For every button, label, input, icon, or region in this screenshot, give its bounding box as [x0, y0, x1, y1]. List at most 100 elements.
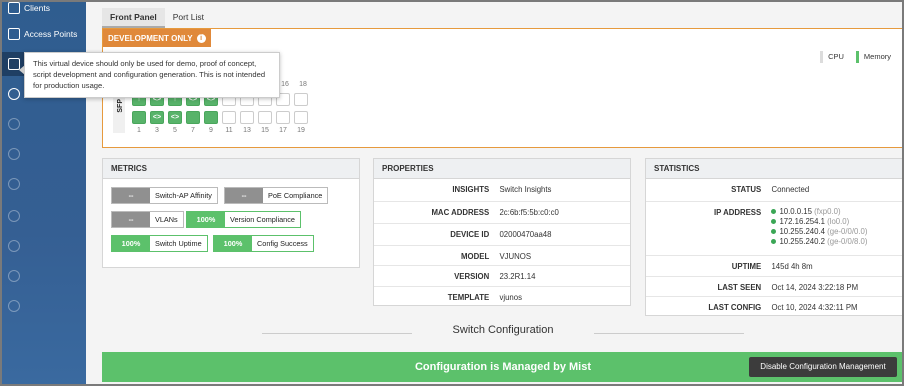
port-19[interactable] [294, 111, 308, 124]
port-11[interactable] [222, 111, 236, 124]
port-number: 1 [137, 127, 141, 134]
port-number: 3 [155, 127, 159, 134]
port-number: 5 [173, 127, 177, 134]
stat-row-ip: IP ADDRESS 10.0.0.15 (fxp0.0) 172.16.254… [646, 201, 902, 255]
metric-version-compliance[interactable]: 100% Version Compliance [186, 211, 301, 228]
port-3[interactable]: <> [150, 111, 164, 124]
property-value: 23.2R1.14 [499, 272, 536, 281]
legend: CPU Memory [820, 51, 891, 63]
info-icon[interactable]: i [196, 33, 206, 43]
sidebar-item-clients[interactable]: Clients [2, 2, 86, 20]
properties-title: PROPERTIES [374, 159, 630, 179]
property-key: INSIGHTS [452, 185, 490, 194]
switch-insights-link[interactable]: Switch Insights [499, 185, 551, 194]
status-dot-icon [771, 219, 777, 224]
status-dot-icon [771, 209, 777, 214]
ip-item: 10.0.0.15 (fxp0.0) [771, 207, 867, 217]
port-number: 9 [209, 127, 213, 134]
port-number: 13 [243, 127, 251, 134]
property-row-model: MODEL VJUNOS [374, 245, 630, 266]
sidebar-item-label: Clients [24, 3, 50, 13]
metric-value: -- [225, 188, 263, 203]
port-13[interactable] [240, 111, 254, 124]
property-row-insights: INSIGHTS Switch Insights [374, 179, 630, 200]
port-number: 15 [261, 127, 269, 134]
port-15[interactable] [258, 111, 272, 124]
metric-value: 100% [187, 212, 225, 227]
sidebar-item-integrations[interactable] [2, 294, 86, 318]
port-number: 17 [279, 127, 287, 134]
tab-bar: Front Panel Port List [102, 8, 212, 28]
property-key: TEMPLATE [447, 293, 490, 302]
port-17[interactable] [276, 111, 290, 124]
port-uplink-icon: <> [152, 114, 162, 121]
site-icon [8, 210, 20, 222]
stat-key: LAST CONFIG [708, 303, 762, 312]
metrics-title: METRICS [103, 159, 359, 179]
stat-key: IP ADDRESS [713, 208, 762, 217]
divider [262, 333, 412, 334]
metric-poe-compliance[interactable]: -- PoE Compliance [224, 187, 329, 204]
organization-icon [8, 240, 20, 252]
disable-config-management-button[interactable]: Disable Configuration Management [749, 357, 897, 377]
legend-memory: Memory [855, 51, 891, 63]
stat-key: LAST SEEN [717, 283, 762, 292]
metric-config-success[interactable]: 100% Config Success [213, 235, 314, 252]
integration-icon [8, 300, 20, 312]
cpu-bar-icon [820, 51, 824, 63]
sidebar-item-location[interactable] [2, 142, 86, 166]
port-number: 18 [299, 81, 307, 88]
port-number: 11 [225, 127, 233, 134]
sidebar-item-mist-edges[interactable] [2, 112, 86, 136]
sidebar-item-label: Access Points [24, 29, 78, 39]
sidebar-item-marvis[interactable] [2, 264, 86, 288]
legend-cpu: CPU [820, 51, 844, 63]
stat-row-uptime: UPTIME 145d 4h 8m [646, 255, 902, 276]
metric-switch-ap-affinity[interactable]: -- Switch-AP Affinity [111, 187, 218, 204]
metric-name: PoE Compliance [268, 191, 323, 200]
app-window: Clients Access Points Front Panel Port L… [0, 0, 904, 386]
sidebar-item-site[interactable] [2, 204, 86, 228]
metric-value: 100% [214, 236, 252, 251]
cloud-icon [8, 118, 20, 130]
sidebar-item-organization[interactable] [2, 234, 86, 258]
port-7[interactable] [186, 111, 200, 124]
metric-value: -- [112, 212, 150, 227]
uptime-value: 145d 4h 8m [771, 262, 813, 271]
port-number: 19 [297, 127, 305, 134]
status-dot-icon [771, 239, 777, 244]
property-row-device-id: DEVICE ID 02000470aa48 [374, 223, 630, 244]
tab-port-list[interactable]: Port List [165, 8, 212, 28]
template-link[interactable]: vjunos [499, 293, 522, 302]
shield-icon [8, 88, 20, 100]
property-value: 2c:6b:f5:5b:c0:c0 [499, 208, 559, 217]
metric-name: Version Compliance [230, 215, 295, 224]
property-row-template: TEMPLATE vjunos [374, 286, 630, 307]
port-1[interactable] [132, 111, 146, 124]
metric-switch-uptime[interactable]: 100% Switch Uptime [111, 235, 208, 252]
port-9[interactable] [204, 111, 218, 124]
sidebar-item-analytics[interactable] [2, 172, 86, 196]
access-points-icon [8, 28, 20, 40]
metric-value: 100% [112, 236, 150, 251]
port-18[interactable] [294, 93, 308, 106]
port-5[interactable]: <> [168, 111, 182, 124]
switch-config-section: Switch Configuration [102, 324, 902, 342]
ip-item: 10.255.240.2 (ge-0/0/8.0) [771, 237, 867, 247]
metric-name: Switch Uptime [155, 239, 202, 248]
property-key: DEVICE ID [450, 230, 490, 239]
sfp-label: SFP [117, 99, 124, 113]
tab-front-panel[interactable]: Front Panel [102, 8, 165, 28]
property-row-version: VERSION 23.2R1.14 [374, 265, 630, 286]
stat-row-last-config: LAST CONFIG Oct 10, 2024 4:32:11 PM [646, 296, 902, 317]
status-value: Connected [771, 185, 810, 194]
sidebar-item-access-points[interactable]: Access Points [2, 22, 86, 46]
property-value: 02000470aa48 [499, 230, 552, 239]
last-config-value: Oct 10, 2024 4:32:11 PM [771, 303, 858, 312]
status-dot-icon [771, 229, 777, 234]
metric-vlans[interactable]: -- VLANs [111, 211, 184, 228]
property-key: MODEL [461, 252, 490, 261]
analytics-icon [8, 178, 20, 190]
port-number: 7 [191, 127, 195, 134]
development-badge[interactable]: DEVELOPMENT ONLY i [103, 29, 211, 47]
